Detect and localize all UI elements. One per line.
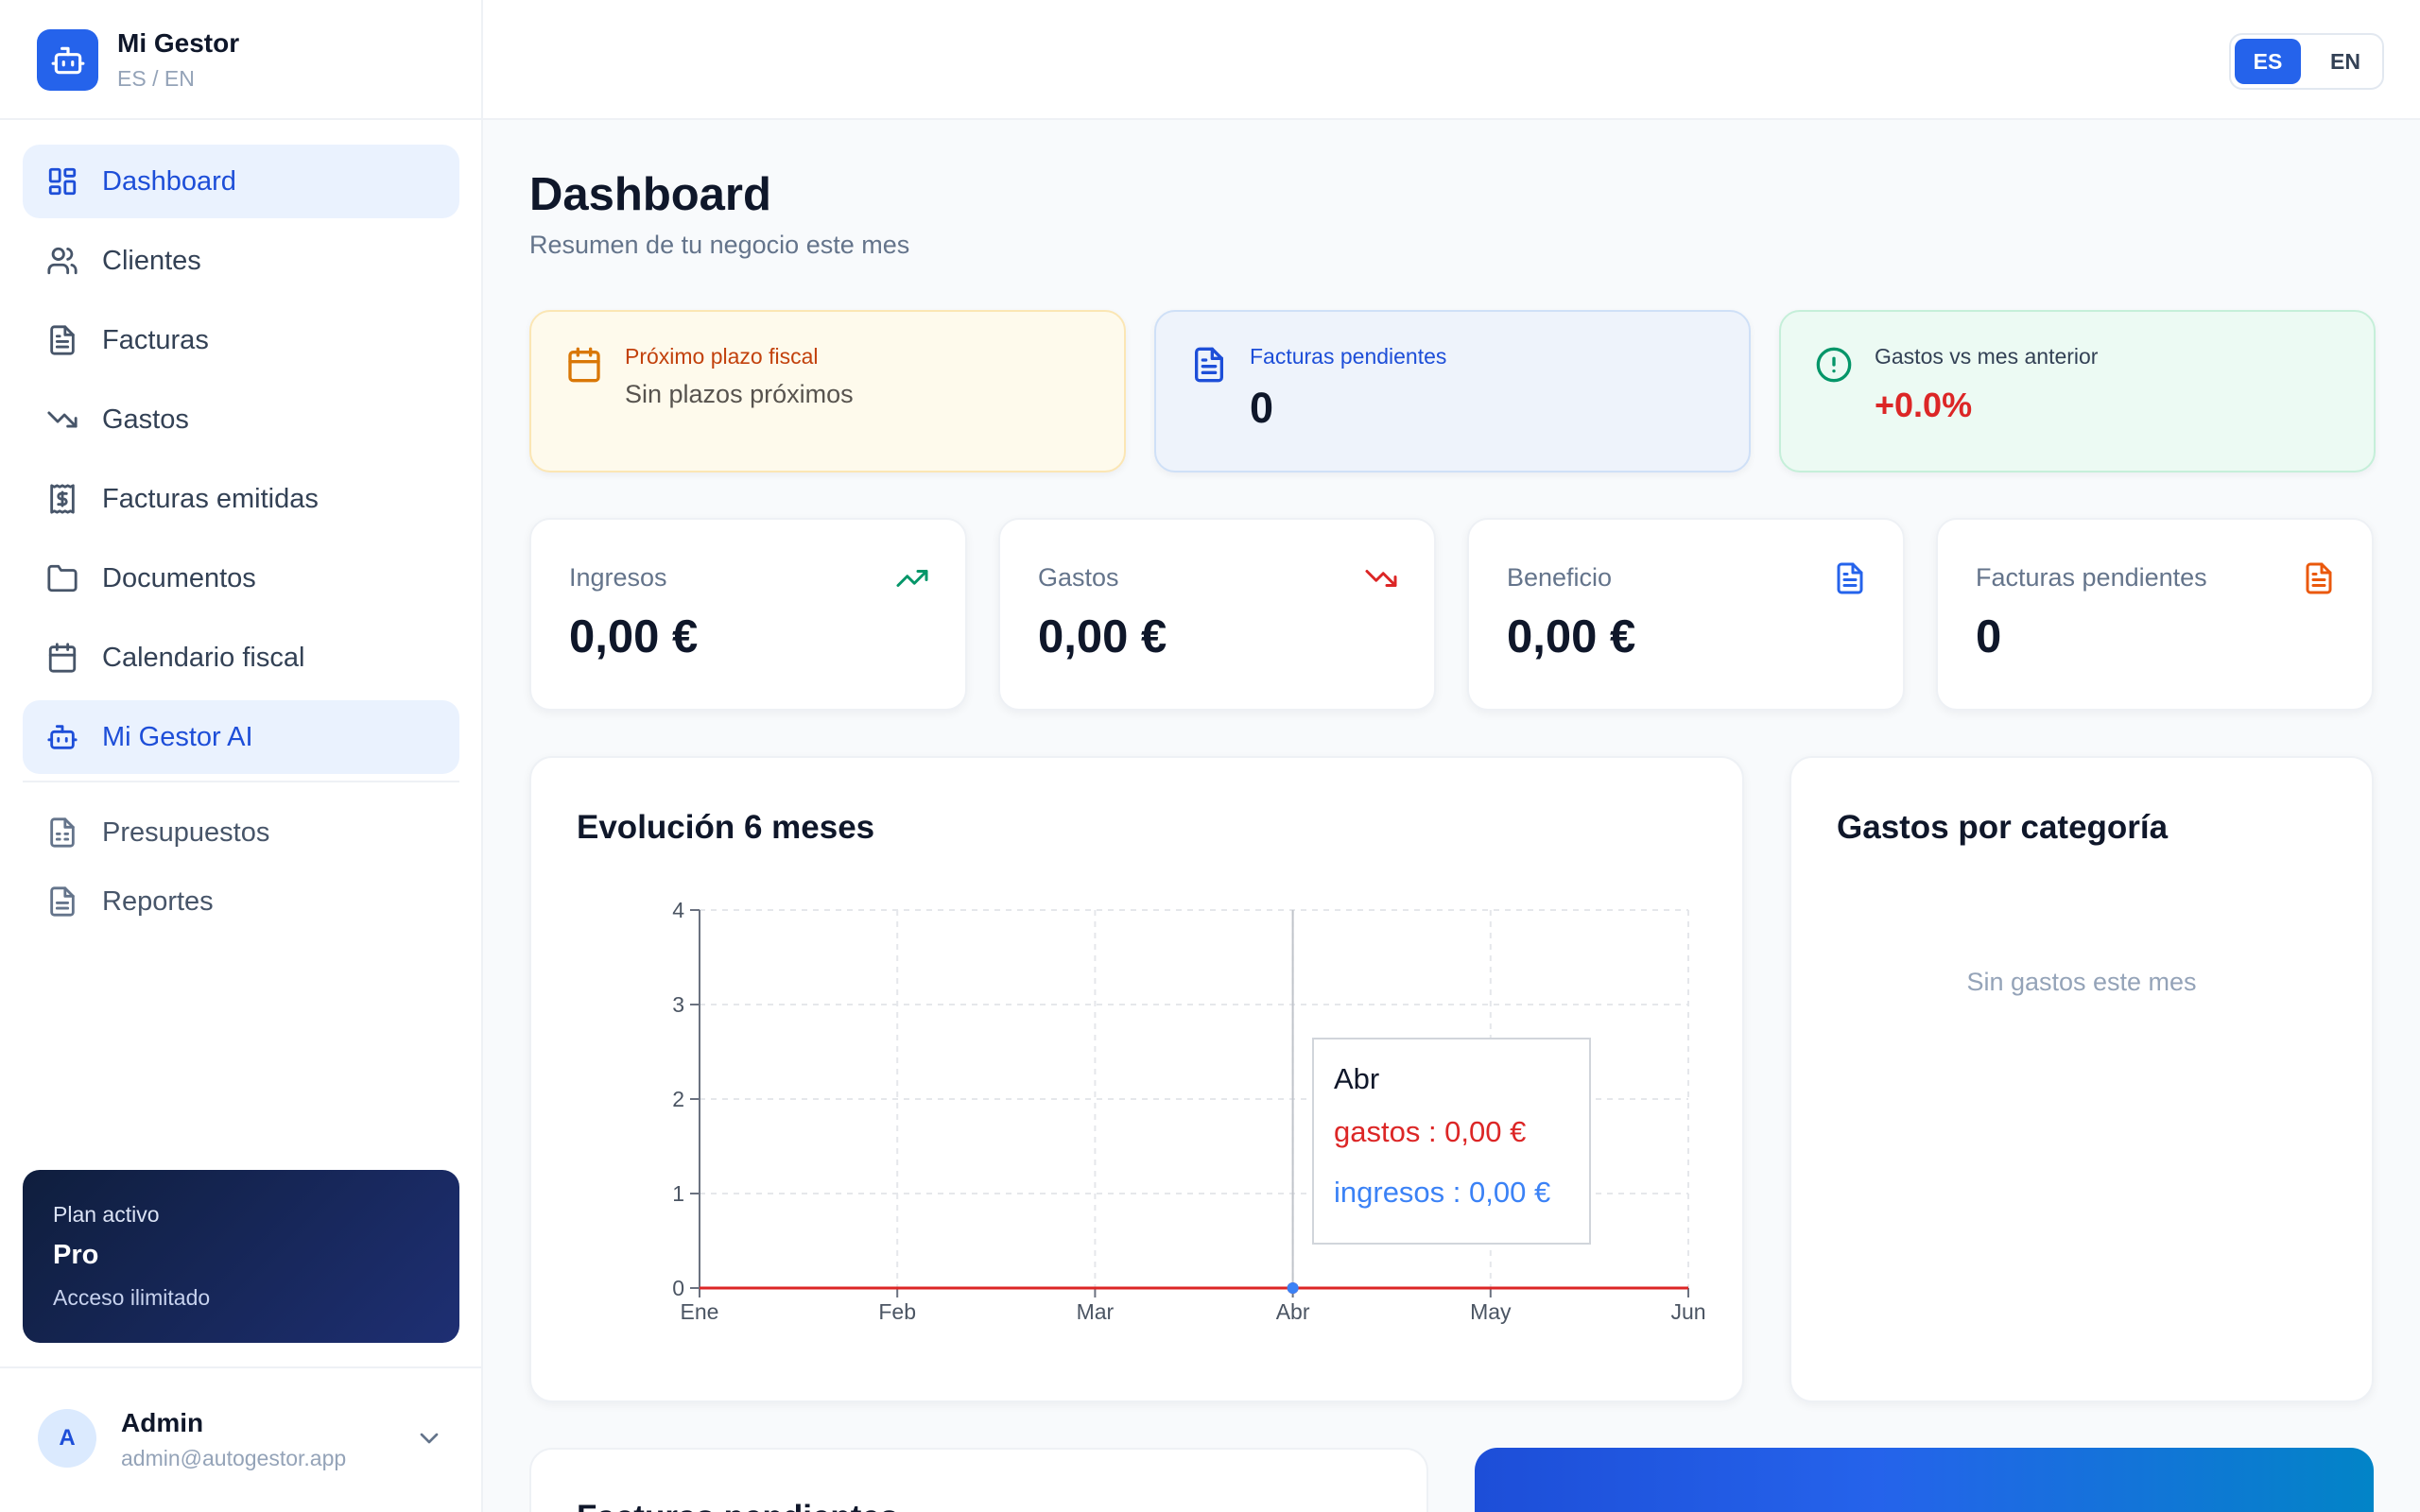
alert-pending-invoices[interactable]: Facturas pendientes 0 — [1154, 310, 1751, 472]
bot-icon[interactable] — [37, 29, 98, 91]
dashboard-icon — [45, 164, 79, 198]
card-title: Facturas pendientes — [577, 1499, 898, 1512]
page-title: Dashboard — [529, 169, 771, 220]
sidebar-item-facturas-emitidas[interactable]: Facturas emitidas — [23, 462, 459, 536]
sidebar-item-facturas[interactable]: Facturas — [23, 303, 459, 377]
sidebar-item-label: Facturas emitidas — [102, 483, 319, 514]
sidebar-item-label: Facturas — [102, 324, 209, 355]
plan-name: Pro — [53, 1240, 99, 1270]
alert-next-fiscal-deadline[interactable]: Próximo plazo fiscal Sin plazos próximos — [529, 310, 1126, 472]
sidebar-item-label: Clientes — [102, 245, 201, 276]
kpi-value: 0 — [1976, 611, 2002, 662]
kpi-value: 0,00 € — [569, 611, 699, 662]
sidebar-item-gastos[interactable]: Gastos — [23, 383, 459, 456]
calendar-icon — [568, 347, 600, 383]
kpi-label: Ingresos — [569, 563, 667, 592]
sidebar-item-label: Gastos — [102, 404, 189, 435]
bot-icon — [45, 720, 79, 754]
sidebar-item-presupuestos[interactable]: Presupuestos — [23, 797, 459, 868]
tooltip-ingresos: ingresos : 0,00 € — [1334, 1176, 1551, 1209]
language-switch: ES EN — [2229, 33, 2384, 90]
kpi-label: Beneficio — [1507, 563, 1613, 592]
users-icon — [45, 244, 79, 278]
page-subtitle: Resumen de tu negocio este mes — [529, 231, 910, 259]
folder-icon — [45, 561, 79, 595]
kpi-value: 0,00 € — [1038, 611, 1167, 662]
plan-label: Plan activo — [53, 1202, 160, 1227]
alert-title: Próximo plazo fiscal — [625, 344, 819, 369]
sidebar-item-reportes[interactable]: Reportes — [23, 866, 459, 937]
pending-invoices-card: Facturas pendientes — [529, 1448, 1428, 1512]
brand: Mi Gestor ES / EN — [0, 0, 481, 120]
alert-value: +0.0% — [1875, 386, 1973, 424]
alert-title: Facturas pendientes — [1250, 344, 1447, 369]
sidebar-item-label: Dashboard — [102, 165, 236, 197]
alert-value: 0 — [1250, 384, 1274, 432]
user-name: Admin — [121, 1408, 204, 1437]
file-spreadsheet-icon — [45, 816, 79, 850]
sidebar-item-documentos[interactable]: Documentos — [23, 541, 459, 615]
brand-name: Mi Gestor — [117, 28, 240, 58]
ai-promo-card[interactable] — [1475, 1448, 2374, 1512]
sidebar-item-mi-gestor-ai[interactable]: Mi Gestor AI — [23, 700, 459, 774]
empty-state-message: Sin gastos este mes — [1966, 968, 2197, 996]
chevron-down-icon[interactable] — [414, 1423, 444, 1453]
trending-down-icon — [45, 403, 79, 437]
kpi-label: Gastos — [1038, 563, 1119, 592]
file-text-icon — [1837, 562, 1863, 594]
sidebar-item-dashboard[interactable]: Dashboard — [23, 145, 459, 218]
user-email: admin@autogestor.app — [121, 1446, 347, 1470]
alert-title: Gastos vs mes anterior — [1875, 344, 2099, 369]
brand-subtitle: ES / EN — [117, 66, 195, 91]
receipt-icon — [45, 482, 79, 516]
sidebar-item-label: Mi Gestor AI — [102, 721, 253, 752]
trending-down-icon — [1365, 570, 1397, 587]
chart-tooltip: Abr gastos : 0,00 € ingresos : 0,00 € — [1312, 1038, 1591, 1245]
calendar-icon — [45, 641, 79, 675]
sidebar-item-label: Documentos — [102, 562, 256, 593]
kpi-gastos: Gastos 0,00 € — [998, 518, 1436, 711]
file-text-icon — [45, 323, 79, 357]
avatar: A — [38, 1409, 96, 1468]
alert-value: Sin plazos próximos — [625, 380, 854, 408]
expenses-by-category-card: Gastos por categoría Sin gastos este mes — [1789, 756, 2374, 1402]
tooltip-gastos: gastos : 0,00 € — [1334, 1115, 1527, 1148]
tooltip-label: Abr — [1334, 1062, 1380, 1095]
plan-description: Acceso ilimitado — [53, 1285, 211, 1310]
kpi-facturas-pendientes: Facturas pendientes 0 — [1936, 518, 2374, 711]
sidebar-divider — [23, 781, 459, 782]
alert-circle-icon — [1816, 347, 1852, 383]
user-menu[interactable]: A Admin admin@autogestor.app — [0, 1366, 481, 1512]
sidebar-item-label: Reportes — [102, 885, 214, 917]
sidebar-item-calendario-fiscal[interactable]: Calendario fiscal — [23, 621, 459, 695]
kpi-label: Facturas pendientes — [1976, 563, 2207, 592]
topbar: ES EN — [483, 0, 2420, 120]
plan-card: Plan activo Pro Acceso ilimitado — [23, 1170, 459, 1343]
card-title: Gastos por categoría — [1837, 809, 2169, 846]
sidebar-item-clientes[interactable]: Clientes — [23, 224, 459, 298]
language-en-button[interactable]: EN — [2312, 39, 2378, 84]
kpi-value: 0,00 € — [1507, 611, 1636, 662]
language-es-button[interactable]: ES — [2235, 39, 2301, 84]
sidebar-item-label: Calendario fiscal — [102, 642, 305, 673]
chart-title: Evolución 6 meses — [577, 809, 875, 846]
trending-up-icon — [896, 570, 928, 587]
sidebar: Mi Gestor ES / EN Dashboard Clientes Fac… — [0, 0, 483, 1512]
kpi-ingresos: Ingresos 0,00 € — [529, 518, 967, 711]
file-text-icon — [2306, 562, 2332, 594]
sidebar-item-label: Presupuestos — [102, 816, 270, 848]
file-report-icon — [45, 885, 79, 919]
kpi-beneficio: Beneficio 0,00 € — [1467, 518, 1905, 711]
file-text-icon — [1195, 347, 1223, 383]
alert-expenses-vs-last-month[interactable]: Gastos vs mes anterior +0.0% — [1779, 310, 2376, 472]
